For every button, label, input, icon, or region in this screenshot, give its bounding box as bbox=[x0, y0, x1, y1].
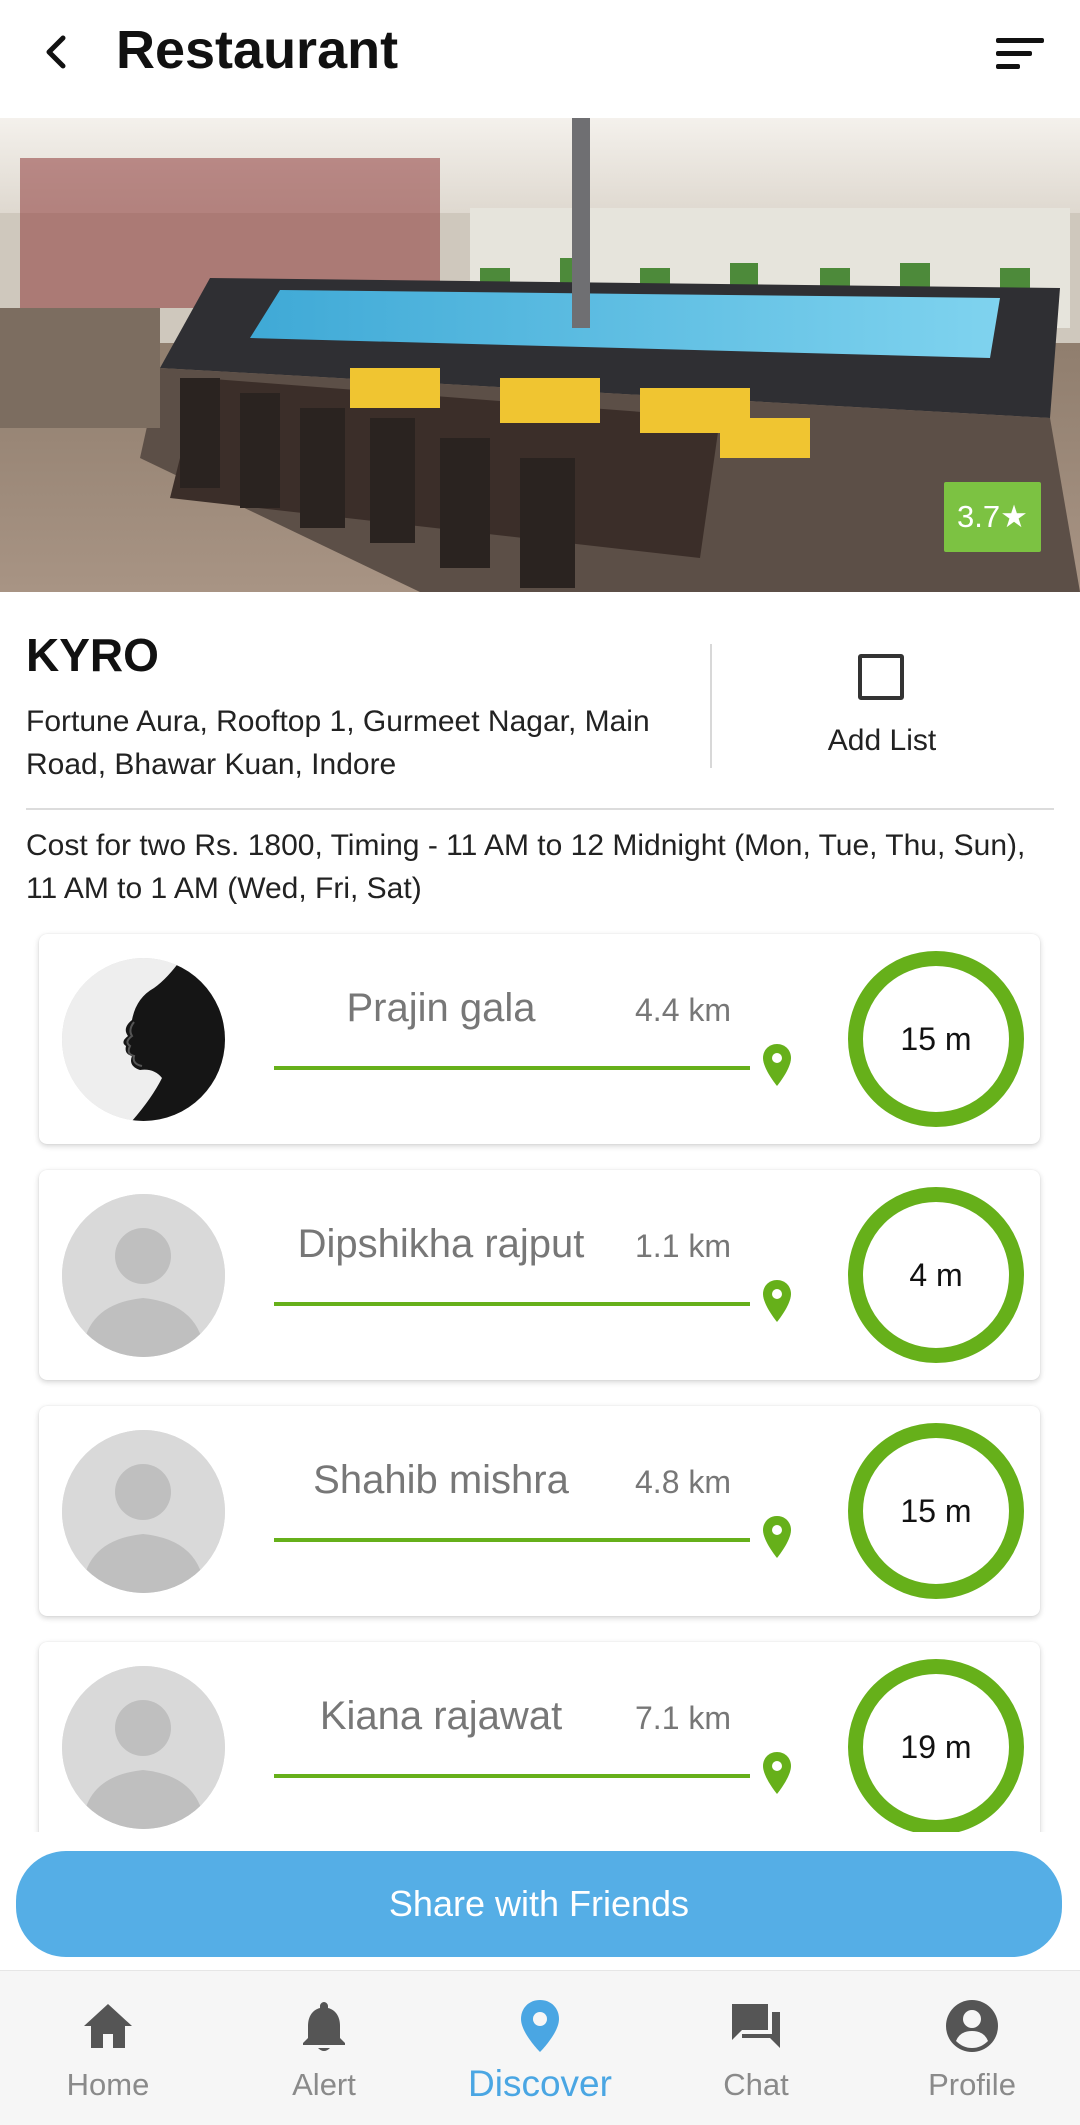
rating-badge: 3.7★ bbox=[944, 482, 1041, 552]
sort-filter-icon bbox=[996, 38, 1044, 69]
friend-distance: 1.1 km bbox=[635, 1228, 732, 1264]
back-button[interactable] bbox=[32, 22, 80, 82]
add-list-label: Add List bbox=[827, 724, 937, 757]
location-pin-icon bbox=[763, 1752, 791, 1794]
nav-discover[interactable]: Discover bbox=[432, 1971, 648, 2125]
friend-distance: 4.8 km bbox=[635, 1464, 732, 1500]
list-item[interactable]: Kiana rajawat 7.1 km 19 m bbox=[39, 1642, 1040, 1832]
distance-track bbox=[274, 1538, 750, 1542]
app-header: Restaurant bbox=[0, 0, 1080, 118]
nav-profile[interactable]: Profile bbox=[864, 1971, 1080, 2125]
friends-list[interactable]: Prajin gala 4.4 km 15 m Dipshikha rajput… bbox=[0, 930, 1080, 1832]
location-pin-icon bbox=[763, 1516, 791, 1558]
eta-timer: 4 m bbox=[848, 1187, 1024, 1363]
restaurant-address: Fortune Aura, Rooftop 1, Gurmeet Nagar, … bbox=[26, 705, 650, 781]
nav-alert[interactable]: Alert bbox=[216, 1971, 432, 2125]
avatar bbox=[62, 1430, 225, 1593]
friend-name: Dipshikha rajput bbox=[297, 1222, 585, 1266]
eta-timer: 15 m bbox=[848, 1423, 1024, 1599]
location-pin-icon bbox=[763, 1280, 791, 1322]
friend-name: Shahib mishra bbox=[313, 1458, 569, 1502]
bottom-navigation: Home Alert Discover Chat Profile bbox=[0, 1970, 1080, 2125]
nav-label: Chat bbox=[723, 2067, 789, 2102]
nav-label: Home bbox=[66, 2067, 150, 2102]
friend-name: Kiana rajawat bbox=[319, 1694, 563, 1738]
distance-track bbox=[274, 1066, 750, 1070]
share-with-friends-button[interactable]: Share with Friends bbox=[16, 1851, 1062, 1957]
nav-home[interactable]: Home bbox=[0, 1971, 216, 2125]
checkbox-icon[interactable] bbox=[858, 654, 904, 700]
friend-distance: 4.4 km bbox=[635, 992, 732, 1028]
nav-label: Discover bbox=[468, 2063, 612, 2104]
eta-timer: 19 m bbox=[848, 1659, 1024, 1832]
account-circle-icon bbox=[942, 1995, 1002, 2057]
cost-timing-text: Cost for two Rs. 1800, Timing - 11 AM to… bbox=[26, 829, 1026, 905]
avatar bbox=[62, 958, 225, 1121]
list-item[interactable]: Prajin gala 4.4 km 15 m bbox=[39, 934, 1040, 1144]
eta-timer: 15 m bbox=[848, 951, 1024, 1127]
nav-chat[interactable]: Chat bbox=[648, 1971, 864, 2125]
nav-label: Profile bbox=[928, 2067, 1016, 2102]
friend-name: Prajin gala bbox=[346, 986, 536, 1030]
divider bbox=[26, 808, 1054, 810]
distance-track bbox=[274, 1302, 750, 1306]
bell-icon bbox=[294, 1995, 354, 2057]
avatar bbox=[62, 1666, 225, 1829]
map-pin-icon bbox=[510, 1995, 570, 2057]
nav-label: Alert bbox=[292, 2067, 356, 2102]
page-title: Restaurant bbox=[116, 20, 399, 80]
avatar bbox=[62, 1194, 225, 1357]
distance-track bbox=[274, 1774, 750, 1778]
vertical-divider bbox=[710, 644, 712, 768]
chevron-left-icon bbox=[46, 35, 66, 69]
friend-distance: 7.1 km bbox=[635, 1700, 732, 1736]
home-icon bbox=[78, 1995, 138, 2057]
add-list-button[interactable]: Add List bbox=[760, 652, 1004, 772]
list-item[interactable]: Shahib mishra 4.8 km 15 m bbox=[39, 1406, 1040, 1616]
restaurant-photo bbox=[0, 118, 1080, 592]
chat-icon bbox=[726, 1995, 786, 2057]
location-pin-icon bbox=[763, 1044, 791, 1086]
restaurant-name: KYRO bbox=[26, 629, 159, 681]
filter-button[interactable] bbox=[992, 30, 1048, 78]
list-item[interactable]: Dipshikha rajput 1.1 km 4 m bbox=[39, 1170, 1040, 1380]
